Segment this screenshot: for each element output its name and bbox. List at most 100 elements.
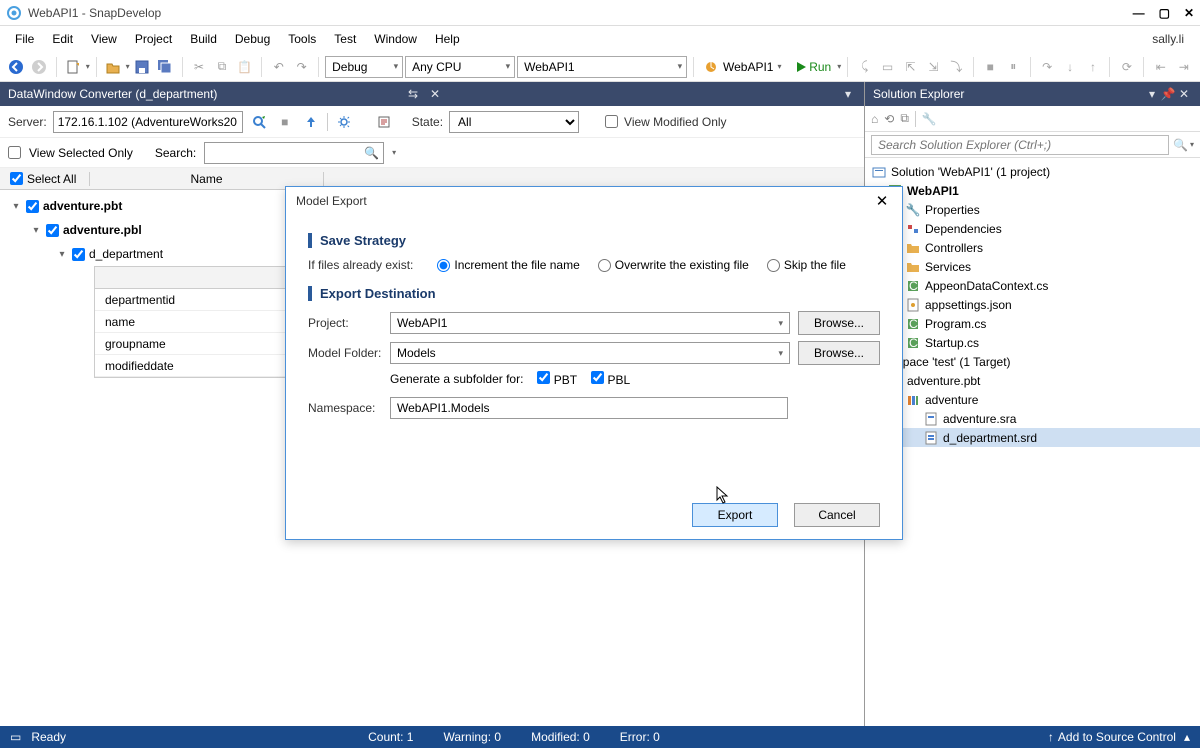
tb-icon4[interactable]: ⇲ xyxy=(923,56,944,78)
se-home-icon[interactable]: ⌂ xyxy=(871,112,878,126)
namespace-input[interactable]: WebAPI1.Models xyxy=(390,397,788,419)
step-over-icon[interactable]: ↷ xyxy=(1037,56,1058,78)
se-project[interactable]: C#WebAPI1 xyxy=(865,181,1200,200)
search-icon[interactable]: 🔍 xyxy=(1173,138,1188,152)
se-search-input[interactable] xyxy=(871,135,1169,155)
upload-icon[interactable] xyxy=(301,112,321,132)
se-solution[interactable]: Solution 'WebAPI1' (1 project) xyxy=(865,162,1200,181)
se-properties-icon[interactable]: 🔧 xyxy=(922,112,937,126)
dialog-close-button[interactable]: ✕ xyxy=(872,192,892,210)
stop-icon[interactable]: ■ xyxy=(980,56,1001,78)
platform-dropdown[interactable]: Any CPU xyxy=(405,56,515,78)
se-cs-file[interactable]: C#Program.cs xyxy=(865,314,1200,333)
panel-close2-icon[interactable]: ✕ xyxy=(1176,87,1192,101)
se-properties[interactable]: 🔧Properties xyxy=(865,200,1200,219)
paste-icon[interactable]: 📋 xyxy=(234,56,255,78)
pause-icon[interactable]: ⏸ xyxy=(1003,56,1024,78)
undo-button[interactable]: ↶ xyxy=(268,56,289,78)
tb-icon3[interactable]: ⇱ xyxy=(900,56,921,78)
select-all-checkbox[interactable] xyxy=(10,172,23,185)
browse-project-button[interactable]: Browse... xyxy=(798,311,880,335)
menu-edit[interactable]: Edit xyxy=(45,30,80,48)
run-button[interactable]: Run xyxy=(791,56,835,78)
stop-connect-icon[interactable]: ■ xyxy=(275,112,295,132)
se-workspace[interactable]: Workspace 'test' (1 Target) xyxy=(865,352,1200,371)
menu-help[interactable]: Help xyxy=(428,30,467,48)
panel-menu-icon[interactable]: ▾ xyxy=(840,87,856,101)
checkbox-pbt[interactable]: PBT xyxy=(537,371,577,387)
state-select[interactable]: All xyxy=(449,111,579,133)
menu-build[interactable]: Build xyxy=(183,30,224,48)
startup-project-dropdown[interactable]: WebAPI1 xyxy=(517,56,687,78)
step-out-icon[interactable]: ↑ xyxy=(1083,56,1104,78)
copy-icon[interactable]: ⧉ xyxy=(211,56,232,78)
checkbox-pbl[interactable]: PBL xyxy=(591,371,630,387)
cancel-button[interactable]: Cancel xyxy=(794,503,880,527)
menu-window[interactable]: Window xyxy=(367,30,424,48)
se-dependencies[interactable]: Dependencies xyxy=(865,219,1200,238)
refresh-icon[interactable]: ⟳ xyxy=(1116,56,1137,78)
nav-fwd-button[interactable] xyxy=(29,56,50,78)
search-input[interactable] xyxy=(209,146,364,160)
se-controllers[interactable]: Controllers xyxy=(865,238,1200,257)
menu-tools[interactable]: Tools xyxy=(281,30,323,48)
tree-checkbox[interactable] xyxy=(26,200,39,213)
source-control-button[interactable]: ↑ Add to Source Control ▴ xyxy=(1048,730,1190,744)
save-button[interactable] xyxy=(132,56,153,78)
se-ws-pbt[interactable]: adventure.pbt xyxy=(865,371,1200,390)
expand-icon[interactable]: ▾ xyxy=(10,201,22,212)
se-cs-file[interactable]: C#Startup.cs xyxy=(865,333,1200,352)
save-all-button[interactable] xyxy=(155,56,176,78)
folder-dropdown[interactable]: Models xyxy=(390,342,790,364)
indent-icon[interactable]: ⇥ xyxy=(1173,56,1194,78)
menu-file[interactable]: File xyxy=(8,30,41,48)
tree-checkbox[interactable] xyxy=(46,224,59,237)
new-button[interactable] xyxy=(63,56,84,78)
tree-checkbox[interactable] xyxy=(72,248,85,261)
step-into-icon[interactable]: ↓ xyxy=(1060,56,1081,78)
tb-icon5[interactable]: ⤵ xyxy=(946,56,967,78)
radio-overwrite[interactable]: Overwrite the existing file xyxy=(598,258,749,272)
nav-back-button[interactable] xyxy=(6,56,27,78)
redo-button[interactable]: ↷ xyxy=(291,56,312,78)
outdent-icon[interactable]: ⇤ xyxy=(1150,56,1171,78)
server-input[interactable] xyxy=(53,111,243,133)
filter-icon[interactable] xyxy=(374,112,394,132)
tb-icon2[interactable]: ▭ xyxy=(877,56,898,78)
view-selected-checkbox[interactable] xyxy=(8,146,21,159)
menu-project[interactable]: Project xyxy=(128,30,179,48)
expand-icon[interactable]: ▾ xyxy=(56,249,68,260)
se-collapse-icon[interactable]: ⧉ xyxy=(900,111,909,126)
config-dropdown[interactable]: Debug xyxy=(325,56,403,78)
se-json-file[interactable]: appsettings.json xyxy=(865,295,1200,314)
export-button[interactable]: Export xyxy=(692,503,778,527)
panel-options-icon[interactable]: ⇆ xyxy=(405,87,421,101)
col-name-header[interactable]: Name xyxy=(90,172,324,186)
se-services[interactable]: Services xyxy=(865,257,1200,276)
se-sync-icon[interactable]: ⟲ xyxy=(884,112,894,126)
settings-icon[interactable] xyxy=(334,112,354,132)
panel-pin-icon[interactable]: 📌 xyxy=(1160,87,1176,101)
open-button[interactable] xyxy=(103,56,124,78)
se-ws-sra[interactable]: adventure.sra xyxy=(865,409,1200,428)
panel-close-icon[interactable]: ✕ xyxy=(427,87,443,101)
search-icon[interactable]: 🔍 xyxy=(364,146,379,160)
se-ws-srd[interactable]: d_department.srd xyxy=(865,428,1200,447)
launch-profile-label[interactable]: WebAPI1 xyxy=(723,60,773,74)
user-label[interactable]: sally.li xyxy=(1144,30,1192,48)
panel-dropdown-icon[interactable]: ▾ xyxy=(1144,87,1160,101)
view-modified-checkbox[interactable] xyxy=(605,115,618,128)
se-cs-file[interactable]: C#AppeonDataContext.cs xyxy=(865,276,1200,295)
minimize-button[interactable]: — xyxy=(1133,6,1145,20)
launch-profile-icon[interactable] xyxy=(700,56,721,78)
maximize-button[interactable]: ▢ xyxy=(1159,6,1170,20)
menu-view[interactable]: View xyxy=(84,30,124,48)
tb-icon1[interactable]: ⤹ xyxy=(854,56,875,78)
radio-skip[interactable]: Skip the file xyxy=(767,258,846,272)
menu-test[interactable]: Test xyxy=(327,30,363,48)
radio-increment[interactable]: Increment the file name xyxy=(437,258,579,272)
expand-icon[interactable]: ▾ xyxy=(30,225,42,236)
project-dropdown[interactable]: WebAPI1 xyxy=(390,312,790,334)
connect-icon[interactable] xyxy=(249,112,269,132)
browse-folder-button[interactable]: Browse... xyxy=(798,341,880,365)
